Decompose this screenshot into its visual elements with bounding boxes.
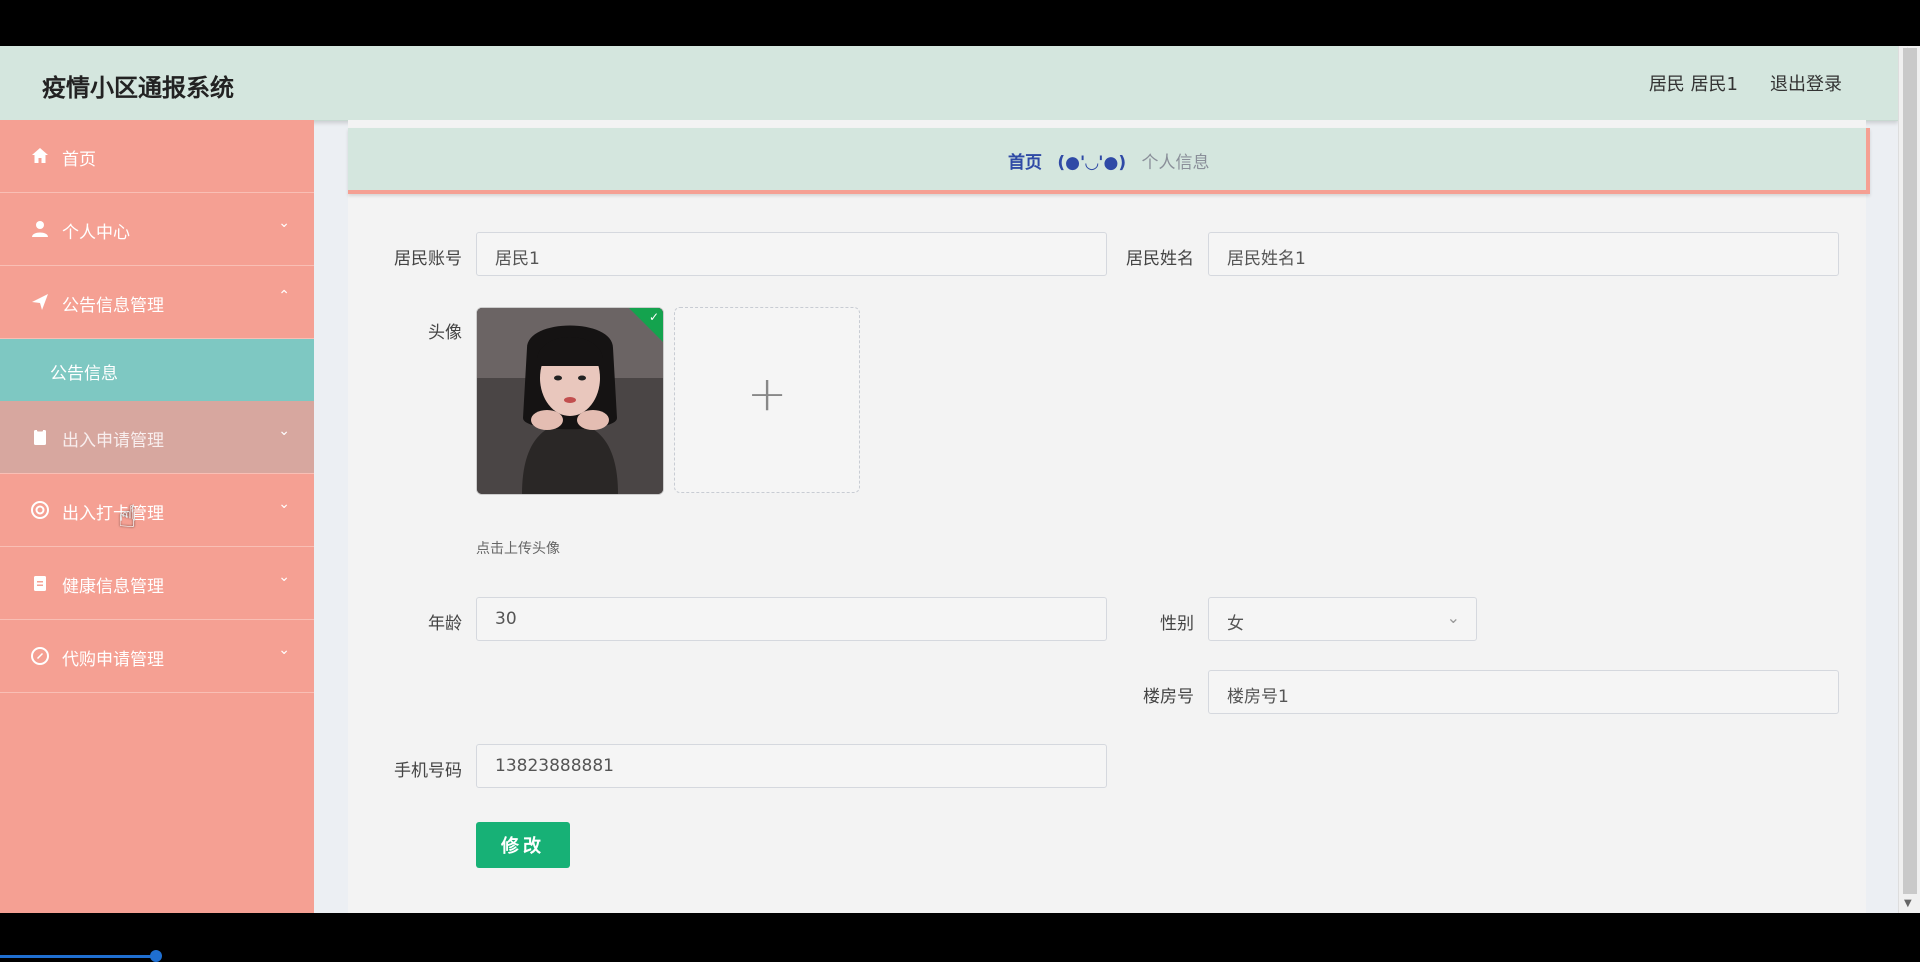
- chevron-down-icon: ⌄: [278, 423, 290, 439]
- app-title: 疫情小区通报系统: [42, 74, 234, 102]
- phone-input[interactable]: 13823888881: [476, 744, 1107, 788]
- chevron-down-icon: ⌄: [278, 569, 290, 585]
- upload-hint: 点击上传头像: [476, 541, 560, 557]
- building-label: 楼房号: [1143, 687, 1194, 707]
- doc-icon: [34, 576, 46, 591]
- building-input[interactable]: 楼房号1: [1208, 670, 1839, 714]
- sidebar-item-checkin-management[interactable]: 出入打卡管理 ⌄: [0, 474, 314, 547]
- breadcrumb-current: 个人信息: [1141, 153, 1210, 173]
- sidebar: 首页 个人中心 ⌄ 公告信息管理 ⌃ 公告信息 出入申请管理 ⌄ 出入打卡管理 …: [0, 120, 314, 913]
- sidebar-subitem-label: 公告信息: [50, 364, 118, 384]
- sidebar-item-home[interactable]: 首页: [0, 120, 314, 193]
- avatar-upload-button[interactable]: +: [674, 307, 860, 493]
- gender-select[interactable]: 女 ⌄: [1208, 597, 1477, 641]
- sidebar-item-access-application[interactable]: 出入申请管理 ⌄: [0, 401, 314, 474]
- plus-icon: +: [747, 366, 788, 422]
- chevron-down-icon: ⌄: [278, 496, 290, 512]
- chevron-down-icon: ⌄: [278, 642, 290, 658]
- video-bottom-bar: [0, 913, 1920, 960]
- chevron-up-icon: ⌃: [278, 288, 290, 304]
- lifebuoy-icon: [31, 501, 49, 519]
- account-input[interactable]: 居民1: [476, 232, 1107, 276]
- sidebar-item-label: 首页: [62, 150, 96, 170]
- hand-cursor-icon: ☝: [118, 500, 137, 535]
- home-icon: [32, 148, 48, 163]
- compass-icon: [31, 647, 49, 665]
- sidebar-subitem-notice[interactable]: 公告信息: [0, 339, 314, 401]
- scrollbar[interactable]: ▲ ▼: [1898, 46, 1920, 913]
- avatar-label: 头像: [428, 323, 462, 343]
- sidebar-item-label: 公告信息管理: [62, 296, 164, 316]
- sidebar-item-health-management[interactable]: 健康信息管理 ⌄: [0, 547, 314, 620]
- main-content: 首页 (●'◡'●) 个人信息 居民账号 居民1 居民姓名 居民姓名1 头像 ✓…: [348, 120, 1870, 913]
- video-progress-bar[interactable]: [0, 955, 160, 958]
- sidebar-item-label: 出入打卡管理: [62, 504, 164, 524]
- user-icon: [32, 221, 48, 237]
- submit-button[interactable]: 修改: [476, 822, 570, 868]
- header: 疫情小区通报系统 居民 居民1 退出登录: [0, 46, 1898, 121]
- sidebar-item-label: 代购申请管理: [62, 650, 164, 670]
- breadcrumb-bar: 首页 (●'◡'●) 个人信息: [348, 128, 1870, 194]
- user-info: 居民 居民1: [1649, 70, 1738, 96]
- video-progress-handle[interactable]: [150, 950, 162, 962]
- sidebar-item-label: 健康信息管理: [62, 577, 164, 597]
- account-label: 居民账号: [394, 249, 462, 269]
- gender-selected-value: 女: [1227, 614, 1244, 634]
- sidebar-item-label: 出入申请管理: [62, 431, 164, 451]
- gender-label: 性别: [1160, 614, 1194, 634]
- clipboard-icon: [34, 428, 46, 445]
- logout-link[interactable]: 退出登录: [1770, 70, 1842, 96]
- check-icon: ✓: [648, 310, 659, 324]
- sidebar-item-purchase-management[interactable]: 代购申请管理 ⌄: [0, 620, 314, 693]
- name-input[interactable]: 居民姓名1: [1208, 232, 1839, 276]
- breadcrumb-separator: (●'◡'●): [1057, 153, 1127, 173]
- name-label: 居民姓名: [1126, 249, 1194, 269]
- age-input[interactable]: 30: [476, 597, 1107, 641]
- video-top-bar: [0, 0, 1920, 46]
- breadcrumb-home[interactable]: 首页: [1008, 153, 1042, 173]
- sidebar-item-personal-center[interactable]: 个人中心 ⌄: [0, 193, 314, 266]
- user-name: 居民1: [1690, 74, 1738, 95]
- chevron-down-icon: ⌄: [278, 215, 290, 231]
- phone-label: 手机号码: [394, 761, 462, 781]
- app-window: 疫情小区通报系统 居民 居民1 退出登录 首页 个人中心 ⌄ 公告信息管理 ⌃ …: [0, 46, 1920, 913]
- breadcrumb: 首页 (●'◡'●) 个人信息: [1008, 148, 1210, 173]
- chevron-down-icon: ⌄: [1446, 608, 1460, 627]
- scroll-down-icon[interactable]: ▼: [1904, 898, 1912, 909]
- age-label: 年龄: [428, 614, 462, 634]
- sidebar-item-notice-management[interactable]: 公告信息管理 ⌃: [0, 266, 314, 339]
- avatar-image[interactable]: ✓: [476, 307, 664, 495]
- sidebar-item-label: 个人中心: [62, 223, 130, 243]
- scrollbar-thumb[interactable]: [1903, 48, 1917, 894]
- user-role: 居民: [1648, 74, 1685, 95]
- send-icon: [32, 294, 48, 310]
